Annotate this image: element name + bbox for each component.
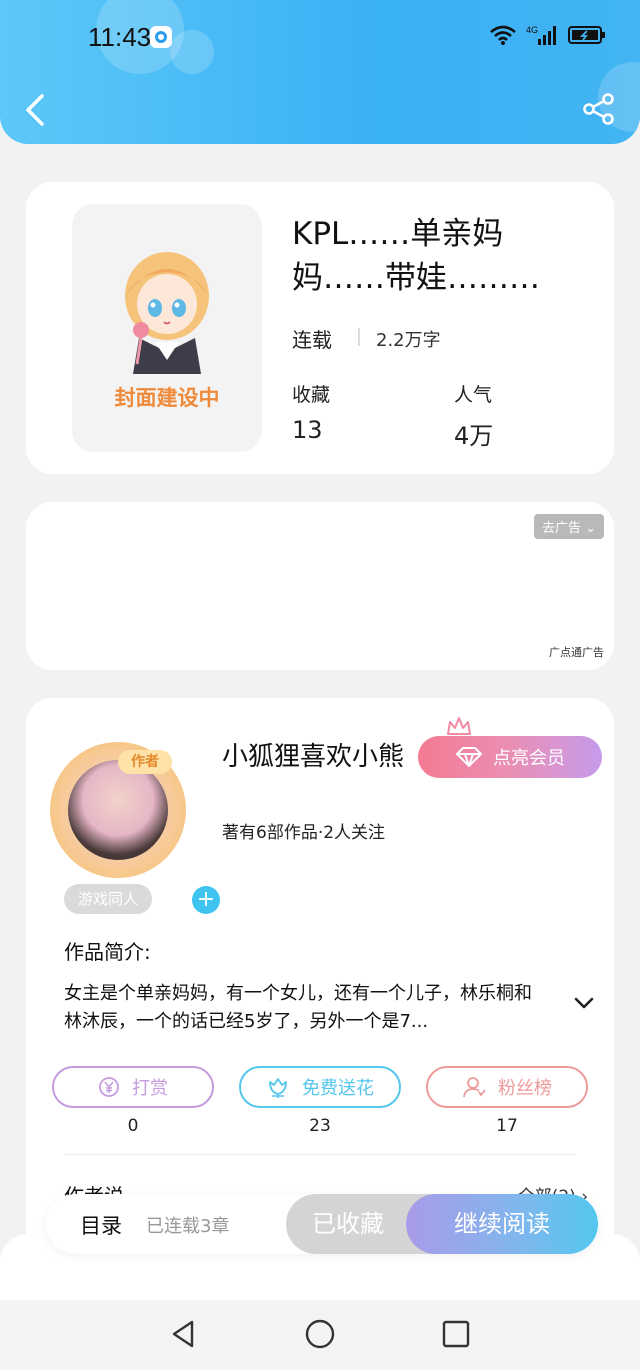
continue-reading-button[interactable]: 继续阅读 [406,1194,598,1254]
intro-text: 女主是个单亲妈妈，有一个女儿，还有一个儿子，林乐桐和 林沐辰，一个的话已经5岁了… [64,983,532,1032]
nav-home-button[interactable] [304,1318,336,1350]
fan-ranking-label: 粉丝榜 [498,1078,552,1099]
stat-value-popularity: 4万 [454,422,494,450]
ad-source-label: 广点通广告 [549,646,604,659]
fans-icon [463,1077,486,1098]
share-button[interactable] [582,92,616,126]
stat-value-favorites: 13 [292,416,323,444]
crown-icon [447,717,471,735]
book-title: KPL……单亲妈妈……带娃……… [292,216,540,296]
tip-label: 打赏 [132,1078,168,1099]
flower-icon [269,1078,287,1098]
ad-banner[interactable]: 去广告 ⌄ 广点通广告 [26,502,614,670]
divider [358,328,360,346]
status-icons: 4G [490,24,606,46]
nav-back-button[interactable] [168,1318,200,1350]
top-header: 11:43 4G [0,0,640,144]
remove-ad-label: 去广告 [541,521,581,536]
book-status: 连载 [292,328,332,352]
expand-chevron-icon[interactable] [574,996,594,1010]
system-nav-bar [0,1300,640,1370]
author-badge: 作者 [118,750,172,774]
genre-tag[interactable]: 游戏同人 [64,884,153,914]
back-button[interactable] [20,90,50,130]
cellular-signal-icon: 4G [526,25,556,45]
send-flower-button[interactable]: 免费送花 [239,1066,401,1108]
author-card: 作者 小狐狸喜欢小熊 点亮会员 著有6部作品·2人关注 游戏同人 + 作品简介:… [26,698,614,1258]
chevron-down-icon: ⌄ [585,521,596,536]
status-time: 11:43 [88,22,152,52]
bottom-action-bar: 目录 已连载3章 已收藏 继续阅读 [46,1194,598,1254]
tip-button[interactable]: 打赏 [52,1066,214,1108]
yen-icon [99,1077,119,1097]
fan-count: 17 [496,1116,518,1136]
stat-label-popularity: 人气 [454,384,493,406]
flower-count: 23 [309,1116,331,1136]
send-flower-label: 免费送花 [302,1078,374,1099]
book-cover[interactable]: 封面建设中 [72,204,262,452]
cover-mascot-image [125,252,209,374]
decorative-bubble [170,30,214,74]
chapter-count: 已连载3章 [146,1216,230,1237]
divider [64,1154,576,1155]
vip-button[interactable]: 点亮会员 [418,736,602,778]
wifi-icon [490,25,516,45]
tip-count: 0 [127,1116,139,1136]
author-name[interactable]: 小狐狸喜欢小熊 [222,736,404,773]
notification-app-icon [150,26,172,48]
add-tag-button[interactable]: + [192,886,220,914]
book-info-card: 封面建设中 KPL……单亲妈妈……带娃……… 连载 2.2万字 收藏 13 人气… [26,182,614,474]
battery-icon [568,26,605,44]
stat-label-favorites: 收藏 [292,384,331,406]
fan-ranking-button[interactable]: 粉丝榜 [426,1066,588,1108]
author-meta: 著有6部作品·2人关注 [222,823,386,843]
svg-text:4G: 4G [526,25,538,35]
avatar-photo [68,760,168,860]
nav-recents-button[interactable] [440,1318,472,1350]
diamond-icon [456,747,482,767]
intro-label: 作品简介: [64,940,151,964]
catalog-button[interactable]: 目录 [80,1210,122,1240]
vip-label: 点亮会员 [493,748,565,769]
remove-ad-button[interactable]: 去广告 ⌄ [533,514,604,539]
cover-placeholder-text: 封面建设中 [114,386,220,410]
author-avatar[interactable]: 作者 [50,742,186,878]
book-word-count: 2.2万字 [376,330,441,351]
